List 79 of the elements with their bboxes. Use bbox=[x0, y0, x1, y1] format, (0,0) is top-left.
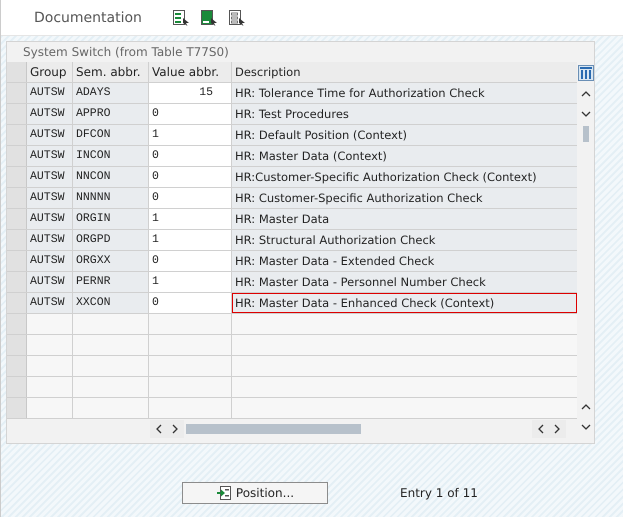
column-header[interactable]: Value abbr. bbox=[149, 62, 232, 82]
table-cell: HR: Master Data (Context) bbox=[232, 146, 577, 166]
column-header[interactable]: Group bbox=[27, 62, 73, 82]
table-cell: ADAYS bbox=[73, 83, 149, 103]
row-selector[interactable] bbox=[7, 293, 27, 313]
value-input[interactable]: 0 bbox=[149, 167, 232, 187]
table-cell: AUTSW bbox=[27, 251, 73, 271]
table-cell: NNCON bbox=[73, 167, 149, 187]
table-cell: NNNNN bbox=[73, 188, 149, 208]
row-selector[interactable] bbox=[7, 230, 27, 250]
row-selector[interactable] bbox=[7, 146, 27, 166]
table-cell: AUTSW bbox=[27, 146, 73, 166]
table-cell: AUTSW bbox=[27, 272, 73, 292]
document-select-icon[interactable] bbox=[200, 8, 218, 26]
column-header[interactable]: Description bbox=[232, 62, 577, 82]
value-input[interactable]: 0 bbox=[149, 146, 232, 166]
document-deselect-icon[interactable] bbox=[228, 8, 246, 26]
table-cell: AUTSW bbox=[27, 104, 73, 124]
value-input[interactable]: 1 bbox=[149, 230, 232, 250]
row-selector[interactable] bbox=[7, 104, 27, 124]
horizontal-scrollbar-thumb[interactable] bbox=[186, 424, 361, 434]
table-cell: INCON bbox=[73, 146, 149, 166]
value-input[interactable]: 15 bbox=[149, 83, 232, 103]
table-cell: ORGIN bbox=[73, 209, 149, 229]
row-selector[interactable] bbox=[7, 272, 27, 292]
table-cell: HR: Tolerance Time for Authorization Check bbox=[232, 83, 577, 103]
table-cell: ORGPD bbox=[73, 230, 149, 250]
table-cell: AUTSW bbox=[27, 209, 73, 229]
scroll-right-icon[interactable] bbox=[167, 420, 184, 438]
row-selector[interactable] bbox=[7, 167, 27, 187]
table-cell: HR: Master Data - Extended Check bbox=[232, 251, 577, 271]
table-cell: APPRO bbox=[73, 104, 149, 124]
row-selector[interactable] bbox=[7, 251, 27, 271]
table-cell: HR: Master Data - Personnel Number Check bbox=[232, 272, 577, 292]
scroll-down-icon[interactable] bbox=[580, 424, 590, 431]
scroll-left-icon[interactable] bbox=[150, 420, 167, 438]
table-cell: HR: Master Data - Enhanced Check (Context) bbox=[232, 293, 577, 313]
table-cell: HR: Structural Authorization Check bbox=[232, 230, 577, 250]
position-icon bbox=[216, 485, 232, 501]
scroll-left-icon[interactable] bbox=[532, 420, 549, 438]
table-cell: DFCON bbox=[73, 125, 149, 145]
table-cell: AUTSW bbox=[27, 125, 73, 145]
table-cell: AUTSW bbox=[27, 230, 73, 250]
table-cell: HR: Customer-Specific Authorization Check bbox=[232, 188, 577, 208]
table-cell: AUTSW bbox=[27, 167, 73, 187]
value-input[interactable]: 1 bbox=[149, 209, 232, 229]
value-input[interactable]: 0 bbox=[149, 104, 232, 124]
scroll-up-icon[interactable] bbox=[580, 403, 590, 410]
table-cell: AUTSW bbox=[27, 188, 73, 208]
table-cell: HR: Master Data bbox=[232, 209, 577, 229]
documentation-button[interactable]: Documentation bbox=[26, 6, 150, 30]
value-input[interactable]: 1 bbox=[149, 125, 232, 145]
row-selector[interactable] bbox=[7, 209, 27, 229]
column-settings-icon[interactable] bbox=[578, 65, 594, 81]
table-cell: HR:Customer-Specific Authorization Check (Context) bbox=[232, 167, 577, 187]
scroll-up-icon[interactable] bbox=[580, 90, 590, 97]
value-input[interactable]: 0 bbox=[149, 293, 232, 313]
table-cell: HR: Default Position (Context) bbox=[232, 125, 577, 145]
document-select-icon[interactable] bbox=[172, 8, 190, 26]
position-button[interactable]: Position... bbox=[182, 482, 328, 504]
row-selector[interactable] bbox=[7, 83, 27, 103]
table-cell: HR: Test Procedures bbox=[232, 104, 577, 124]
table-cell: AUTSW bbox=[27, 293, 73, 313]
vertical-scrollbar-thumb[interactable] bbox=[582, 126, 588, 142]
value-input[interactable]: 0 bbox=[149, 188, 232, 208]
value-input[interactable]: 1 bbox=[149, 272, 232, 292]
table-cell: PERNR bbox=[73, 272, 149, 292]
entry-status: Entry 1 of 11 bbox=[400, 486, 478, 500]
table-cell: XXCON bbox=[73, 293, 149, 313]
scroll-down-icon[interactable] bbox=[580, 111, 590, 118]
scroll-right-icon[interactable] bbox=[549, 420, 566, 438]
table-cell: AUTSW bbox=[27, 83, 73, 103]
value-input[interactable]: 0 bbox=[149, 251, 232, 271]
column-header[interactable]: Sem. abbr. bbox=[73, 62, 149, 82]
row-selector[interactable] bbox=[7, 125, 27, 145]
table-cell: ORGXX bbox=[73, 251, 149, 271]
row-selector[interactable] bbox=[7, 188, 27, 208]
table-title: System Switch (from Table T77S0) bbox=[22, 44, 230, 61]
row-selector-header[interactable] bbox=[7, 62, 27, 82]
